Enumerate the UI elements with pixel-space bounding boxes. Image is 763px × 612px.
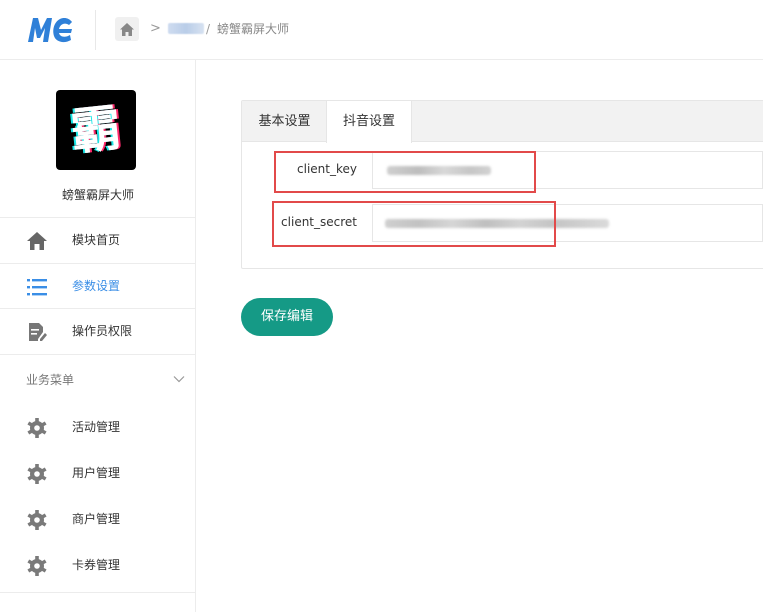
avatar-logo-glyph: 霸	[68, 97, 124, 162]
sidebar-item-coupon-management[interactable]: 卡券管理	[0, 543, 196, 588]
client-key-input[interactable]	[372, 151, 763, 189]
chevron-down-icon[interactable]	[172, 372, 186, 386]
divider	[0, 592, 196, 593]
sidebar-item-label: 模块首页	[72, 233, 121, 247]
logo[interactable]	[26, 14, 74, 46]
client-key-label: client_key	[297, 162, 357, 176]
gear-icon	[27, 464, 47, 484]
tab-douyin-settings[interactable]: 抖音设置	[326, 101, 412, 143]
sidebar-item-activity-management[interactable]: 活动管理	[0, 405, 196, 450]
gear-icon	[27, 418, 47, 438]
sidebar-item-home[interactable]: 模块首页	[0, 218, 196, 263]
sidebar-item-label: 参数设置	[72, 279, 121, 293]
breadcrumb-arrow: >	[150, 21, 161, 36]
sidebar-item-merchant-management[interactable]: 商户管理	[0, 497, 196, 542]
tab-basic-settings[interactable]: 基本设置	[242, 101, 327, 142]
sidebar-item-label: 用户管理	[72, 466, 121, 480]
sidebar-item-label: 活动管理	[72, 420, 121, 434]
breadcrumb-home-button[interactable]	[115, 17, 139, 41]
breadcrumb-separator: /	[206, 22, 211, 36]
app-name: 螃蟹霸屏大师	[61, 188, 134, 202]
home-icon	[27, 232, 47, 250]
document-edit-icon	[29, 323, 47, 341]
sidebar-item-user-management[interactable]: 用户管理	[0, 451, 196, 496]
menu-group-title[interactable]: 业务菜单	[26, 372, 74, 389]
divider	[0, 354, 196, 355]
top-bar: > / 螃蟹霸屏大师	[0, 0, 763, 60]
client-secret-input[interactable]	[372, 204, 763, 242]
tab-bar: 基本设置 抖音设置	[242, 101, 763, 143]
sidebar-item-params[interactable]: 参数设置	[0, 264, 196, 309]
header-divider	[95, 10, 96, 50]
sidebar-item-label: 操作员权限	[72, 324, 133, 338]
avatar: 霸	[56, 90, 136, 170]
gear-icon	[27, 556, 47, 576]
client-secret-value-blurred	[385, 219, 609, 228]
home-icon	[120, 22, 134, 36]
client-key-value-blurred	[387, 166, 491, 175]
save-button[interactable]: 保存编辑	[241, 298, 333, 336]
breadcrumb-current: 螃蟹霸屏大师	[217, 22, 290, 36]
client-secret-label: client_secret	[281, 215, 357, 229]
sidebar-item-operator-permissions[interactable]: 操作员权限	[0, 309, 196, 354]
list-icon	[27, 279, 47, 296]
gear-icon	[27, 510, 47, 530]
sidebar-item-label: 卡券管理	[72, 558, 121, 572]
breadcrumb-blurred-item[interactable]	[168, 23, 204, 34]
sidebar: 霸 螃蟹霸屏大师 模块首页 参数设置 操作员权限 业务菜单 活动管理 用户管理 …	[0, 60, 196, 612]
sidebar-item-label: 商户管理	[72, 512, 121, 526]
